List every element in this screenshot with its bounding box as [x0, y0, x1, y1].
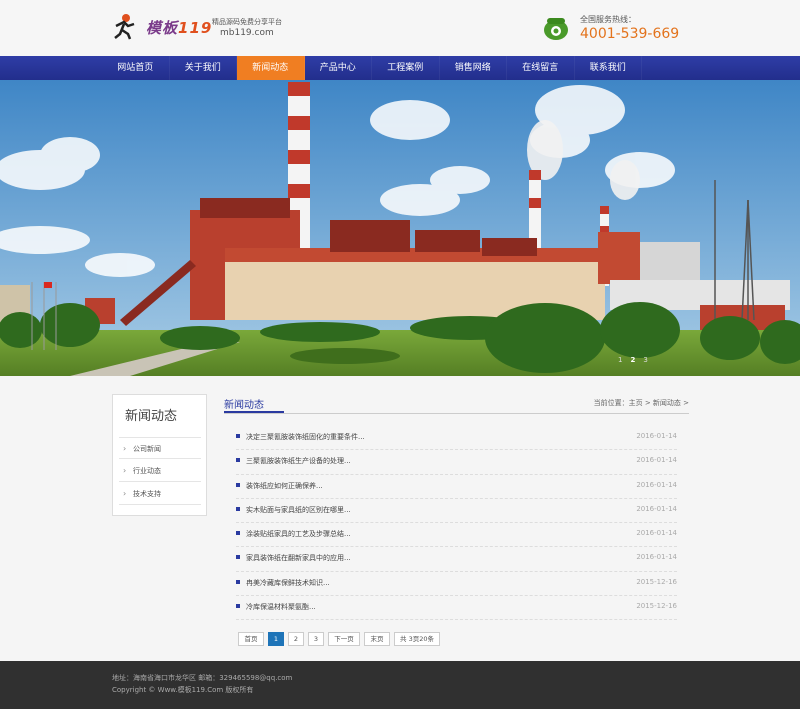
news-row: 装饰纸应如何正确保养... 2016-01-14: [236, 475, 677, 499]
news-row: 决定三聚氰胺装饰纸固化的重要条件... 2016-01-14: [236, 426, 677, 451]
bullet-icon: [236, 579, 240, 584]
main-nav: 网站首页 关于我们 新闻动态 产品中心 工程案例 销售网络 在线留言 联系我们: [0, 56, 800, 80]
news-row: 实木贴面与家具纸的区别在哪里... 2016-01-14: [236, 499, 677, 524]
banner-dot-3[interactable]: 3: [643, 356, 647, 364]
news-row: 涂装贴纸家具的工艺及步骤总结... 2016-01-14: [236, 523, 677, 548]
news-title[interactable]: 装饰纸应如何正确保养...: [246, 481, 323, 491]
sidebar-item-industry-news[interactable]: 行业动态: [119, 460, 201, 482]
logo-domain: mb119.com: [220, 28, 274, 38]
logo-name: 模板119: [146, 19, 213, 37]
hotline-label: 全国服务热线：: [580, 15, 636, 24]
bullet-icon: [236, 506, 240, 511]
nav-item-sales[interactable]: 销售网络: [440, 56, 507, 80]
hero-banner: 1 2 3: [0, 80, 800, 376]
site-footer: 地址：海南省海口市龙华区 邮箱：329465598@qq.com Copyrig…: [0, 661, 800, 709]
nav-list: 网站首页 关于我们 新闻动态 产品中心 工程案例 销售网络 在线留言 联系我们: [102, 56, 642, 80]
news-title[interactable]: 决定三聚氰胺装饰纸固化的重要条件...: [246, 432, 365, 442]
news-date: 2016-01-14: [636, 529, 677, 538]
pager-page-1[interactable]: 1: [268, 632, 284, 646]
bullet-icon: [236, 531, 240, 536]
nav-item-products[interactable]: 产品中心: [305, 56, 372, 80]
banner-dot-2[interactable]: 2: [630, 356, 635, 364]
breadcrumb[interactable]: 当前位置：主页 > 新闻动态 >: [594, 398, 689, 408]
phone-icon: [544, 18, 568, 40]
nav-item-home[interactable]: 网站首页: [102, 56, 170, 80]
news-list: 决定三聚氰胺装饰纸固化的重要条件... 2016-01-14 三聚氰胺装饰纸生产…: [236, 426, 677, 621]
nav-item-news[interactable]: 新闻动态: [237, 56, 305, 80]
pager-page-2[interactable]: 2: [288, 632, 304, 646]
news-row: 冉美冷藏库保鲜技术知识... 2015-12-16: [236, 572, 677, 597]
sidebar-item-company-news[interactable]: 公司新闻: [119, 437, 201, 460]
news-date: 2016-01-14: [636, 553, 677, 562]
pager-summary: 共 3页20条: [394, 632, 440, 646]
power-plant-image: [0, 80, 800, 376]
news-date: 2016-01-14: [636, 456, 677, 465]
site-logo[interactable]: 模板119 精品源码免费分享平台 mb119.com: [112, 12, 282, 46]
bullet-icon: [236, 482, 240, 487]
news-date: 2016-01-14: [636, 504, 677, 513]
news-title[interactable]: 三聚氰胺装饰纸生产设备的处理...: [246, 456, 351, 466]
bullet-icon: [236, 604, 240, 609]
sidebar: 新闻动态 公司新闻 行业动态 技术支持: [112, 394, 207, 516]
page-title: 新闻动态: [224, 400, 264, 411]
nav-item-message[interactable]: 在线留言: [507, 56, 575, 80]
news-date: 2015-12-16: [636, 577, 677, 586]
pager-last[interactable]: 末页: [364, 632, 390, 646]
footer-address: 地址：海南省海口市龙华区 邮箱：329465598@qq.com: [112, 674, 293, 682]
nav-item-about[interactable]: 关于我们: [170, 56, 237, 80]
pager-next[interactable]: 下一页: [328, 632, 360, 646]
nav-item-contact[interactable]: 联系我们: [575, 56, 642, 80]
logo-runner-icon: [114, 14, 135, 40]
logo-slogan: 精品源码免费分享平台: [212, 18, 282, 26]
news-title[interactable]: 冉美冷藏库保鲜技术知识...: [246, 578, 330, 588]
footer-copyright: Copyright © Www.模板119.Com 版权所有: [112, 686, 254, 694]
sidebar-item-tech-support[interactable]: 技术支持: [119, 483, 201, 505]
bullet-icon: [236, 458, 240, 463]
site-header: 模板119 精品源码免费分享平台 mb119.com 全国服务热线： 4001-…: [0, 0, 800, 56]
hotline-number: 4001-539-669: [580, 26, 680, 42]
news-date: 2015-12-16: [636, 602, 677, 611]
pager-first[interactable]: 首页: [238, 632, 264, 646]
bullet-icon: [236, 555, 240, 560]
news-date: 2016-01-14: [636, 480, 677, 489]
hotline: 全国服务热线： 4001-539-669: [542, 12, 692, 46]
pager-page-3[interactable]: 3: [308, 632, 324, 646]
news-title[interactable]: 冷库保温材料聚氨酯...: [246, 602, 316, 612]
news-row: 冷库保温材料聚氨酯... 2015-12-16: [236, 596, 677, 621]
banner-dots: 1 2 3: [618, 356, 648, 364]
bullet-icon: [236, 434, 240, 438]
news-title[interactable]: 家具装饰纸在翻新家具中的应用...: [246, 553, 351, 563]
news-title[interactable]: 涂装贴纸家具的工艺及步骤总结...: [246, 529, 351, 539]
news-row: 三聚氰胺装饰纸生产设备的处理... 2016-01-14: [236, 450, 677, 475]
sidebar-title: 新闻动态: [125, 409, 178, 424]
news-row: 家具装饰纸在翻新家具中的应用... 2016-01-14: [236, 547, 677, 572]
main-header: 新闻动态 当前位置：主页 > 新闻动态 >: [224, 394, 689, 414]
news-date: 2016-01-14: [636, 432, 677, 440]
banner-dot-1[interactable]: 1: [618, 356, 622, 364]
nav-item-cases[interactable]: 工程案例: [372, 56, 440, 80]
news-title[interactable]: 实木贴面与家具纸的区别在哪里...: [246, 505, 351, 515]
title-underline: [224, 411, 284, 413]
